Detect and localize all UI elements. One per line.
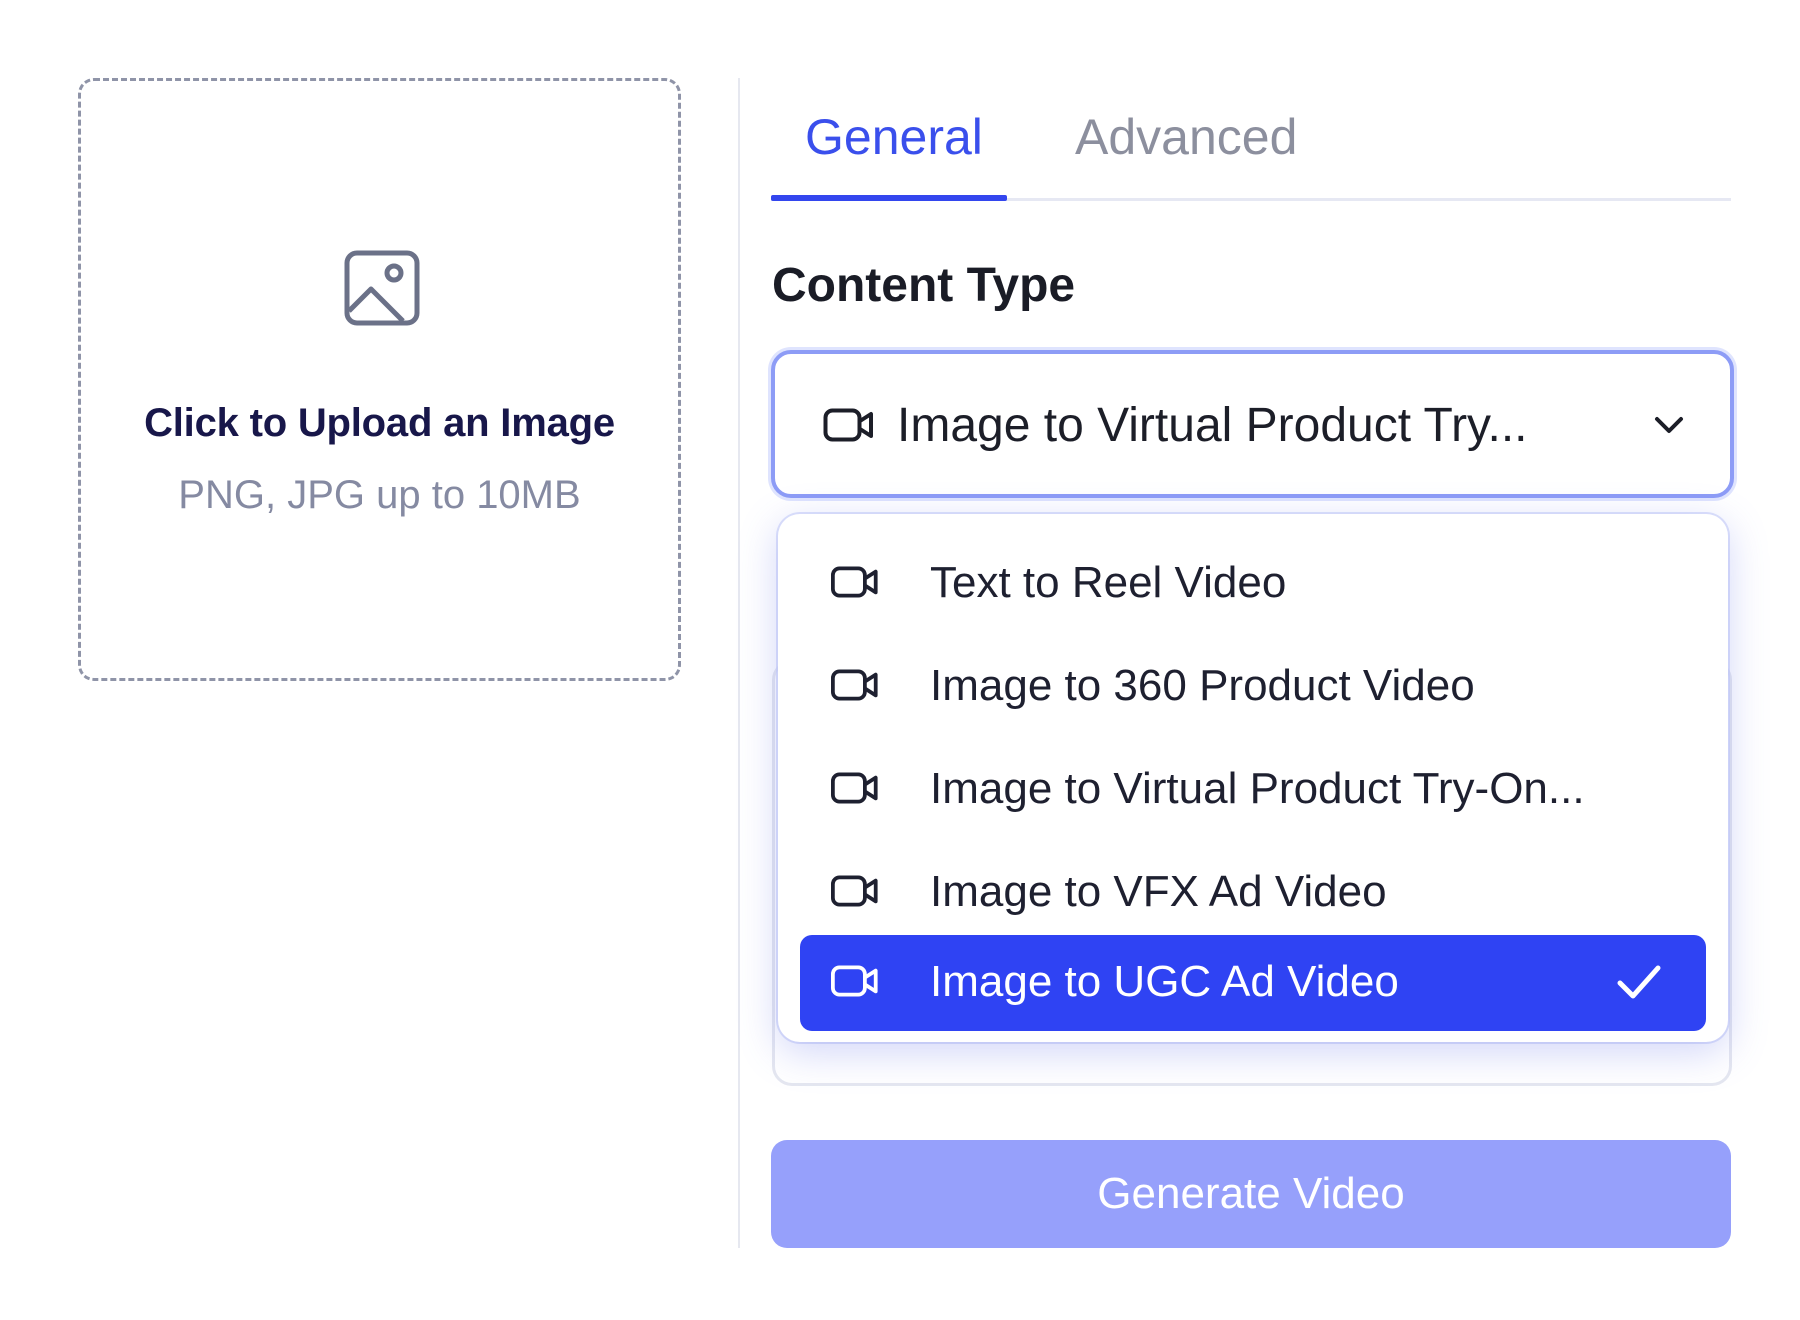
- video-camera-icon: [830, 875, 880, 912]
- dropdown-option-text-to-reel-video[interactable]: Text to Reel Video: [800, 536, 1706, 632]
- video-camera-icon: [823, 408, 875, 447]
- dropdown-option-image-to-360-product-video[interactable]: Image to 360 Product Video: [800, 639, 1706, 735]
- chevron-down-icon: [1652, 408, 1686, 447]
- check-icon: [1616, 963, 1662, 1006]
- content-type-selected-value: Image to Virtual Product Try...: [897, 399, 1528, 452]
- video-camera-icon: [830, 965, 880, 1002]
- video-camera-icon: [830, 566, 880, 603]
- dropdown-option-image-to-virtual-product-try-on[interactable]: Image to Virtual Product Try-On...: [800, 742, 1706, 838]
- image-icon: [343, 249, 421, 327]
- vertical-divider: [738, 78, 740, 1248]
- tab-general[interactable]: General: [805, 108, 983, 166]
- dropdown-option-label: Image to UGC Ad Video: [930, 957, 1399, 1006]
- dropdown-option-label: Image to 360 Product Video: [930, 661, 1475, 710]
- upload-title: Click to Upload an Image: [144, 401, 615, 445]
- generate-video-button[interactable]: Generate Video: [771, 1140, 1731, 1248]
- video-camera-icon: [830, 669, 880, 706]
- dropdown-option-label: Text to Reel Video: [930, 558, 1287, 607]
- tab-bar: General Advanced: [771, 78, 1731, 202]
- image-upload-dropzone[interactable]: Click to Upload an Image PNG, JPG up to …: [78, 78, 681, 681]
- dropdown-option-image-to-ugc-ad-video[interactable]: Image to UGC Ad Video: [800, 935, 1706, 1031]
- tab-advanced[interactable]: Advanced: [1075, 108, 1297, 166]
- tab-active-indicator: [771, 195, 1007, 201]
- upload-subtitle: PNG, JPG up to 10MB: [178, 473, 581, 517]
- content-type-select[interactable]: Image to Virtual Product Try...: [771, 350, 1734, 498]
- content-type-label: Content Type: [772, 259, 1076, 312]
- dropdown-option-image-to-vfx-ad-video[interactable]: Image to VFX Ad Video: [800, 845, 1706, 941]
- video-camera-icon: [830, 772, 880, 809]
- dropdown-option-label: Image to VFX Ad Video: [930, 867, 1387, 916]
- dropdown-option-label: Image to Virtual Product Try-On...: [930, 764, 1585, 813]
- content-type-dropdown: Text to Reel Video Image to 360 Product …: [778, 514, 1728, 1042]
